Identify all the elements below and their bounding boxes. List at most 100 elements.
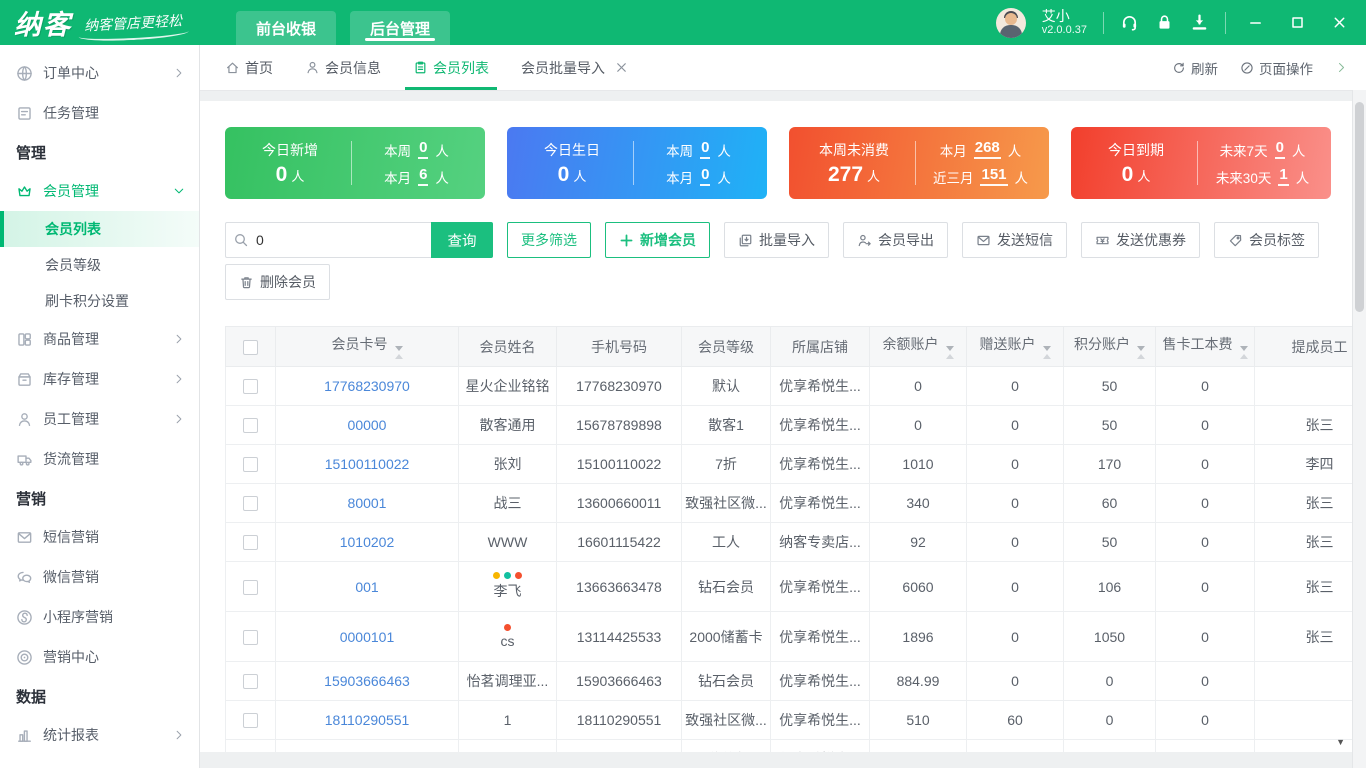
sort-icon[interactable] [1137, 346, 1145, 359]
column-header-balance[interactable]: 余额账户 [869, 326, 967, 367]
page-actions-button[interactable]: 页面操作 [1240, 58, 1313, 78]
scrollbar-thumb[interactable] [1355, 102, 1364, 312]
sidebar-item-短信营销[interactable]: 短信营销 [0, 517, 199, 557]
nav-tab-前台收银[interactable]: 前台收银 [236, 11, 337, 45]
row-checkbox[interactable] [243, 579, 258, 595]
cell-balance: 340 [869, 483, 967, 523]
tab-会员信息[interactable]: 会员信息 [305, 45, 381, 90]
stat-sub-value[interactable]: 0 [700, 140, 711, 159]
more-filters-button[interactable]: 更多筛选 [507, 222, 591, 258]
member-card-link[interactable]: 80001 [348, 495, 387, 511]
member-card-link[interactable]: 1010202 [340, 534, 395, 550]
customer-service-icon[interactable] [1120, 13, 1139, 32]
member-card-link[interactable]: 001 [355, 579, 378, 595]
tab-首页[interactable]: 首页 [225, 45, 273, 90]
row-checkbox[interactable] [243, 713, 258, 729]
会员标签-button[interactable]: 会员标签 [1214, 222, 1319, 258]
sidebar-item-营销中心[interactable]: 营销中心 [0, 637, 199, 677]
search-input[interactable] [225, 222, 431, 258]
row-checkbox[interactable] [243, 496, 258, 512]
sidebar-item-会员等级[interactable]: 会员等级 [0, 247, 199, 283]
column-header-card[interactable]: 会员卡号 [275, 326, 459, 367]
sidebar-item-微信营销[interactable]: 微信营销 [0, 557, 199, 597]
member-card-link[interactable]: 17768230970 [324, 378, 410, 394]
column-header-level[interactable]: 会员等级 [681, 326, 771, 367]
column-header-gift[interactable]: 赠送账户 [966, 326, 1064, 367]
avatar[interactable] [995, 7, 1026, 38]
tab-会员列表[interactable]: 会员列表 [405, 45, 497, 90]
stat-sub-value[interactable]: 0 [1274, 140, 1285, 159]
search-box: 查询 [225, 222, 493, 258]
delete-member-button[interactable]: 删除会员 [225, 264, 330, 300]
sidebar-section-营销: 营销 [16, 490, 47, 508]
column-header-staff[interactable]: 提成员工 [1254, 326, 1352, 367]
wechat-icon [16, 569, 33, 586]
member-card-link[interactable]: 15903666463 [324, 673, 410, 689]
sidebar-item-统计报表[interactable]: 统计报表 [0, 715, 199, 755]
sort-icon[interactable] [1239, 346, 1248, 359]
table-scroll-down-arrow[interactable]: ▼ [1336, 737, 1345, 747]
sidebar-item-cutoff[interactable] [0, 755, 199, 768]
row-checkbox[interactable] [243, 418, 258, 434]
column-label: 所属店铺 [792, 338, 848, 355]
member-card-link[interactable]: 15100110022 [325, 456, 410, 472]
批量导入-button[interactable]: 批量导入 [724, 222, 829, 258]
sort-icon[interactable] [1042, 346, 1051, 359]
add-member-button[interactable]: 新增会员 [605, 222, 710, 258]
发送优惠券-button[interactable]: 发送优惠券 [1081, 222, 1200, 258]
nav-tab-后台管理[interactable]: 后台管理 [350, 11, 451, 45]
column-header-fee[interactable]: 售卡工本费 [1155, 326, 1255, 367]
cell-store: 优享希悦生... [770, 405, 870, 445]
lock-icon[interactable] [1155, 13, 1174, 32]
member-card-link[interactable]: 206 [355, 751, 378, 752]
发送短信-button[interactable]: 发送短信 [962, 222, 1067, 258]
sidebar-item-库存管理[interactable]: 库存管理 [0, 359, 199, 399]
column-header-phone[interactable]: 手机号码 [556, 326, 682, 367]
sidebar-item-任务管理[interactable]: 任务管理 [0, 93, 199, 133]
stat-sub-value[interactable]: 6 [418, 167, 429, 186]
tab-会员批量导入[interactable]: 会员批量导入 [521, 45, 629, 90]
query-button[interactable]: 查询 [431, 222, 493, 258]
sidebar-item-订单中心[interactable]: 订单中心 [0, 53, 199, 93]
member-card-link[interactable]: 00000 [348, 417, 387, 433]
stat-sub-value[interactable]: 0 [700, 167, 711, 186]
window-minimize-button[interactable] [1242, 10, 1268, 36]
window-close-button[interactable] [1326, 10, 1352, 36]
chevron-right-icon[interactable] [1335, 61, 1348, 74]
会员导出-button[interactable]: 会员导出 [843, 222, 948, 258]
window-maximize-button[interactable] [1284, 10, 1310, 36]
cell-level: 致强社区微... [681, 700, 771, 740]
column-header-store[interactable]: 所属店铺 [770, 326, 870, 367]
stat-sub-value[interactable]: 151 [980, 167, 1008, 186]
button-label: 会员导出 [878, 232, 934, 248]
member-card-link[interactable]: 0000101 [340, 629, 395, 645]
row-checkbox[interactable] [243, 674, 258, 690]
sidebar-item-刷卡积分设置[interactable]: 刷卡积分设置 [0, 283, 199, 319]
row-checkbox[interactable] [243, 379, 258, 395]
column-header-points[interactable]: 积分账户 [1063, 326, 1156, 367]
stat-sub-value[interactable]: 1 [1278, 167, 1289, 186]
refresh-button[interactable]: 刷新 [1172, 58, 1218, 78]
select-all-checkbox[interactable] [243, 339, 258, 355]
row-checkbox[interactable] [243, 457, 258, 473]
sidebar-item-货流管理[interactable]: 货流管理 [0, 439, 199, 479]
column-header-name[interactable]: 会员姓名 [458, 326, 557, 367]
stat-title: 今日新增 [262, 141, 318, 158]
sidebar-item-员工管理[interactable]: 员工管理 [0, 399, 199, 439]
sort-icon[interactable] [394, 346, 403, 359]
row-checkbox[interactable] [243, 629, 258, 645]
sidebar-item-label: 微信营销 [43, 569, 99, 585]
sidebar-item-商品管理[interactable]: 商品管理 [0, 319, 199, 359]
tab-label: 会员列表 [433, 59, 489, 76]
member-card-link[interactable]: 18110290551 [325, 712, 410, 728]
sidebar-item-会员列表[interactable]: 会员列表 [0, 211, 199, 247]
sidebar-item-会员管理[interactable]: 会员管理 [0, 171, 199, 211]
row-checkbox[interactable] [243, 535, 258, 551]
stat-sub-value[interactable]: 268 [973, 140, 1001, 159]
vertical-scrollbar[interactable] [1352, 90, 1366, 768]
sidebar-item-小程序营销[interactable]: 小程序营销 [0, 597, 199, 637]
sort-icon[interactable] [945, 346, 954, 359]
stat-sub-value[interactable]: 0 [418, 140, 429, 159]
download-icon[interactable] [1190, 13, 1209, 32]
user-name: 艾小 [1041, 8, 1070, 25]
